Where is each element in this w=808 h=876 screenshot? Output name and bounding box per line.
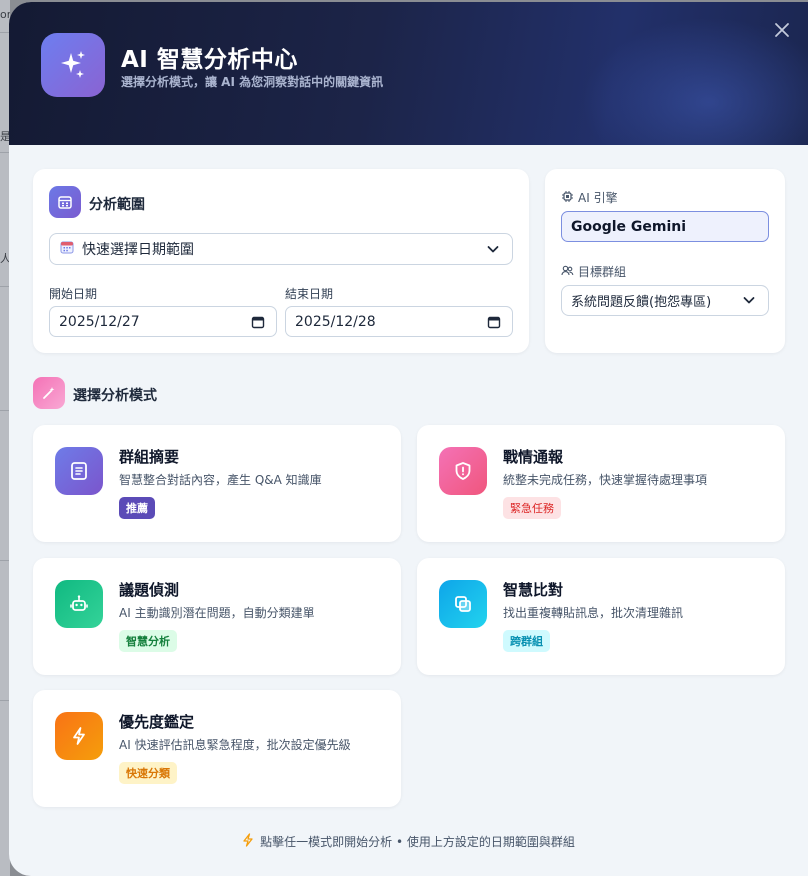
target-group-label: 目標群組 bbox=[561, 263, 626, 280]
calendar-grid-icon bbox=[49, 186, 81, 218]
analysis-mode-heading: 選擇分析模式 bbox=[73, 388, 157, 404]
calendar-icon bbox=[60, 240, 74, 258]
target-group-value: 系統問題反饋(抱怨專區) bbox=[571, 295, 712, 310]
copy-squares-icon bbox=[439, 580, 487, 628]
quick-date-range-select[interactable]: 快速選擇日期範圍 bbox=[49, 233, 513, 265]
analysis-range-title: 分析範圍 bbox=[89, 197, 145, 213]
users-icon bbox=[561, 264, 574, 280]
modal-subtitle: 選擇分析模式，讓 AI 為您洞察對話中的關鍵資訊 bbox=[121, 75, 384, 89]
start-date-value: 2025/12/27 bbox=[59, 313, 140, 330]
ai-engine-label-text: AI 引擎 bbox=[578, 191, 618, 205]
chip-icon bbox=[561, 190, 574, 206]
ai-engine-panel: AI 引擎 Google Gemini 目標群組 系統問題反饋(抱怨專區) bbox=[545, 169, 785, 353]
lightning-icon bbox=[242, 833, 254, 850]
magic-wand-icon bbox=[33, 377, 65, 409]
start-date-input[interactable]: 2025/12/27 bbox=[49, 306, 277, 337]
mode-card-smart-compare[interactable]: 智慧比對 找出重複轉貼訊息，批次清理雜訊 跨群組 bbox=[417, 558, 785, 675]
ai-analysis-modal: AI 智慧分析中心 選擇分析模式，讓 AI 為您洞察對話中的關鍵資訊 分析範圍 bbox=[9, 2, 808, 876]
recommended-badge: 推薦 bbox=[119, 497, 155, 519]
footer-hint-text: 點擊任一模式即開始分析 • 使用上方設定的日期範圍與群組 bbox=[260, 835, 575, 849]
modal-header: AI 智慧分析中心 選擇分析模式，讓 AI 為您洞察對話中的關鍵資訊 bbox=[9, 2, 808, 145]
mode-description: AI 快速評估訊息緊急程度，批次設定優先級 bbox=[119, 738, 351, 752]
mode-title: 戰情通報 bbox=[503, 448, 564, 466]
calendar-picker-icon[interactable] bbox=[251, 315, 265, 333]
mode-title: 智慧比對 bbox=[503, 581, 564, 599]
mode-card-situation-report[interactable]: 戰情通報 統整未完成任務，快速掌握待處理事項 緊急任務 bbox=[417, 425, 785, 542]
mode-description: 智慧整合對話內容，產生 Q&A 知識庫 bbox=[119, 473, 322, 487]
quick-classify-badge: 快速分類 bbox=[119, 762, 177, 784]
ai-engine-select[interactable]: Google Gemini bbox=[561, 211, 769, 242]
close-button[interactable] bbox=[770, 18, 794, 42]
chevron-down-icon bbox=[742, 293, 756, 311]
close-icon bbox=[775, 23, 789, 37]
calendar-picker-icon[interactable] bbox=[487, 315, 501, 333]
sparkles-icon bbox=[41, 33, 105, 97]
robot-icon bbox=[55, 580, 103, 628]
ai-engine-value: Google Gemini bbox=[571, 218, 687, 235]
target-group-label-text: 目標群組 bbox=[578, 265, 627, 279]
urgent-badge: 緊急任務 bbox=[503, 497, 561, 519]
mode-description: AI 主動識別潛在問題，自動分類建單 bbox=[119, 606, 315, 620]
document-list-icon bbox=[55, 447, 103, 495]
mode-card-priority-assessment[interactable]: 優先度鑑定 AI 快速評估訊息緊急程度，批次設定優先級 快速分類 bbox=[33, 690, 401, 807]
analysis-range-panel: 分析範圍 快速選擇日期範圍 開始日期 2025/12/27 結束日期 2025/… bbox=[33, 169, 529, 353]
mode-title: 群組摘要 bbox=[119, 448, 180, 466]
mode-description: 找出重複轉貼訊息，批次清理雜訊 bbox=[503, 606, 684, 620]
chevron-down-icon bbox=[486, 242, 500, 260]
mode-card-group-summary[interactable]: 群組摘要 智慧整合對話內容，產生 Q&A 知識庫 推薦 bbox=[33, 425, 401, 542]
lightning-icon bbox=[55, 712, 103, 760]
quick-date-range-value: 快速選擇日期範圍 bbox=[82, 242, 194, 258]
end-date-input[interactable]: 2025/12/28 bbox=[285, 306, 513, 337]
cross-group-badge: 跨群組 bbox=[503, 630, 550, 652]
mode-card-issue-detection[interactable]: 議題偵測 AI 主動識別潛在問題，自動分類建單 智慧分析 bbox=[33, 558, 401, 675]
end-date-value: 2025/12/28 bbox=[295, 313, 376, 330]
smart-analysis-badge: 智慧分析 bbox=[119, 630, 177, 652]
ai-engine-label: AI 引擎 bbox=[561, 189, 618, 206]
end-date-label: 結束日期 bbox=[285, 287, 334, 301]
mode-title: 優先度鑑定 bbox=[119, 713, 195, 731]
mode-title: 議題偵測 bbox=[119, 581, 180, 599]
modal-title: AI 智慧分析中心 bbox=[121, 47, 298, 73]
shield-alert-icon bbox=[439, 447, 487, 495]
start-date-label: 開始日期 bbox=[49, 287, 98, 301]
mode-description: 統整未完成任務，快速掌握待處理事項 bbox=[503, 473, 708, 487]
footer-hint: 點擊任一模式即開始分析 • 使用上方設定的日期範圍與群組 bbox=[9, 833, 808, 850]
target-group-select[interactable]: 系統問題反饋(抱怨專區) bbox=[561, 285, 769, 316]
